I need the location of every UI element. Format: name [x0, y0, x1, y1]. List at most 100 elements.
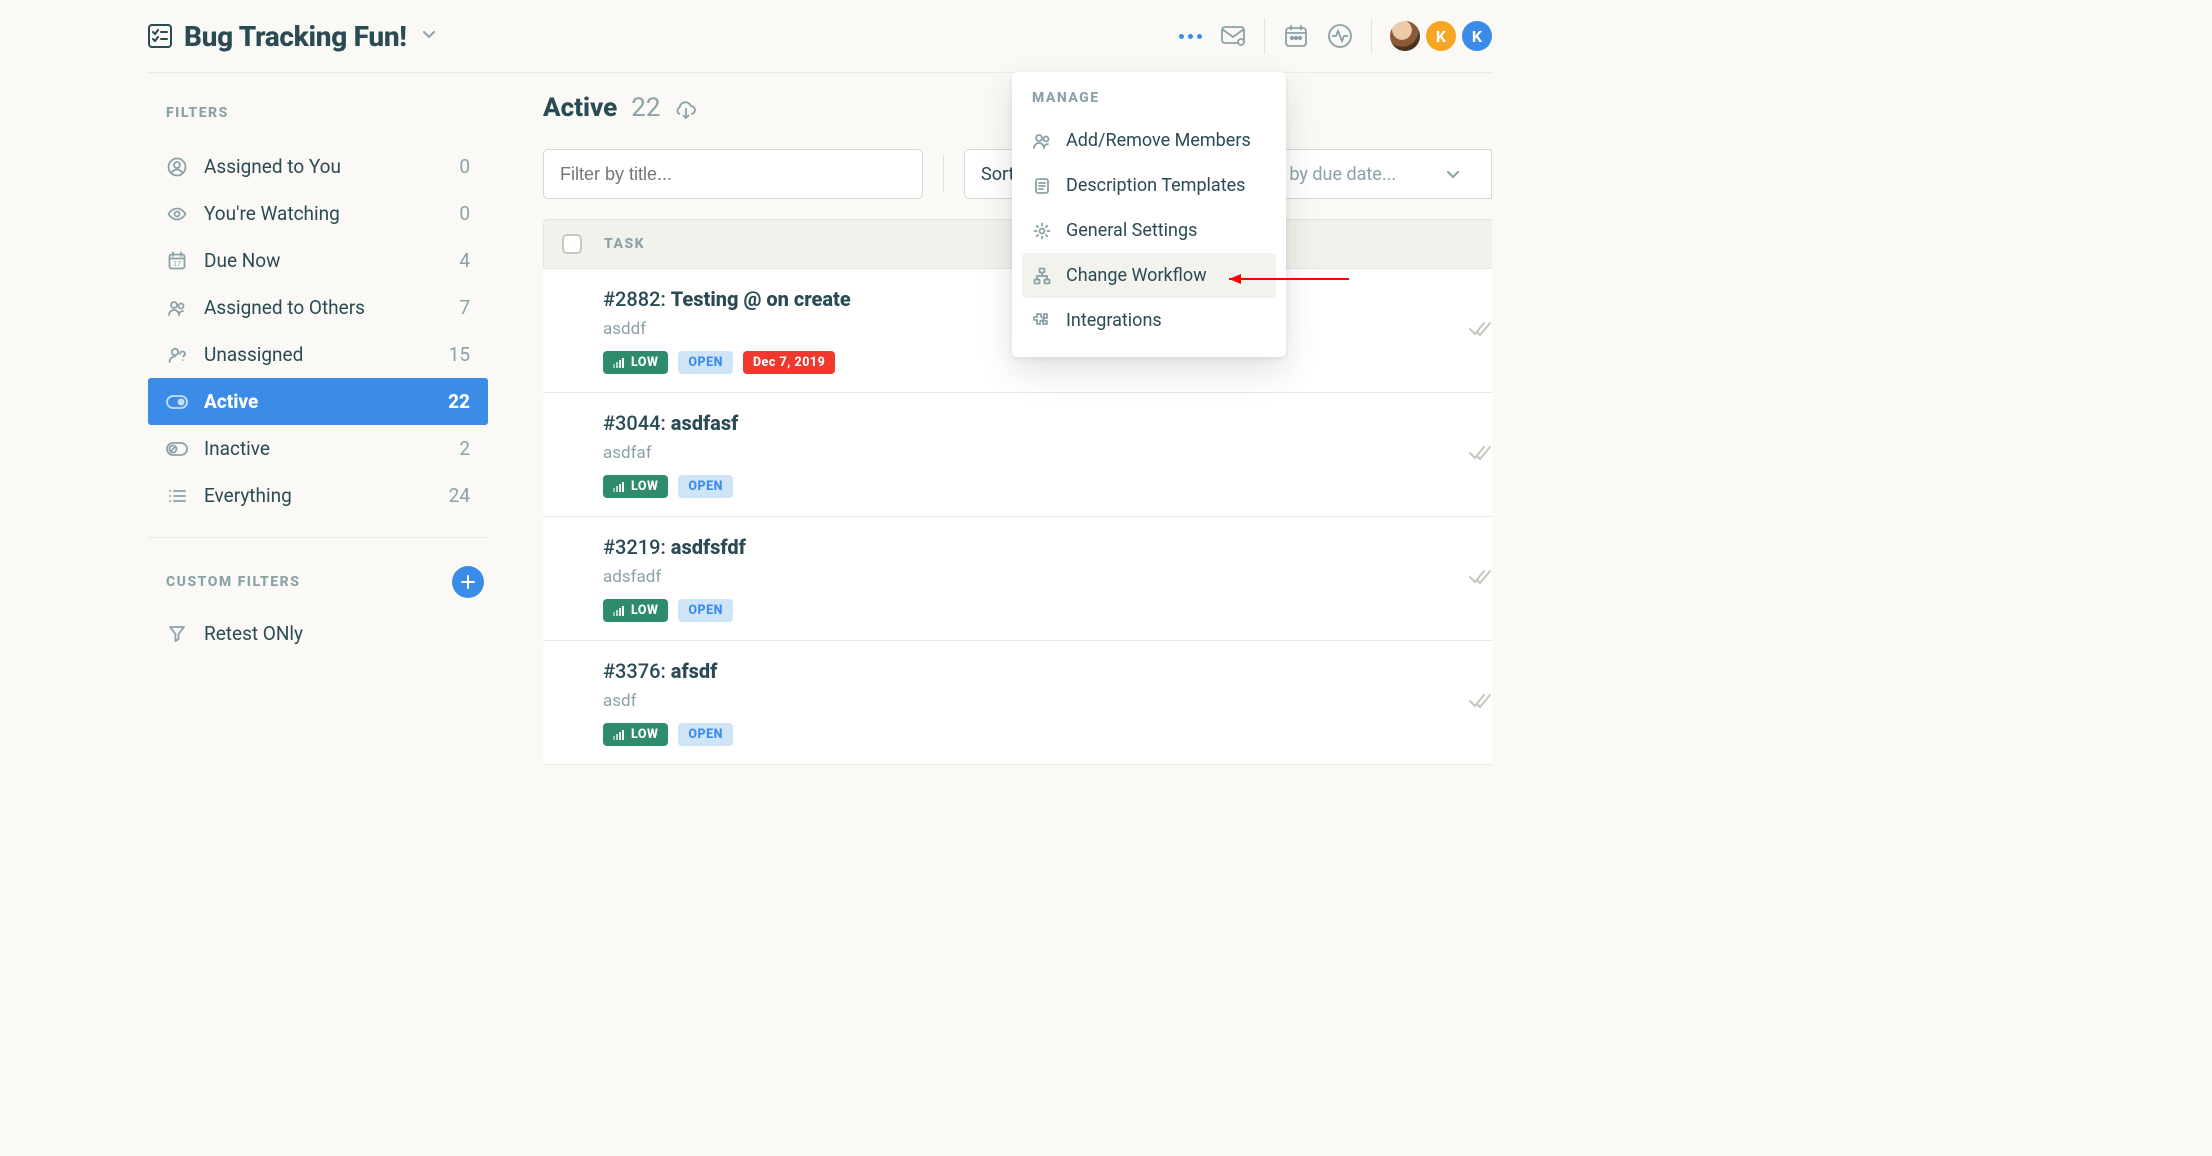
- menu-item-label: Add/Remove Members: [1066, 130, 1251, 151]
- list-icon: [166, 486, 188, 506]
- task-row[interactable]: #3044: asdfasf asdfaf LOWOPEN: [543, 393, 1492, 517]
- sidebar-filter-item[interactable]: Unassigned 15: [148, 331, 488, 378]
- task-column-label: TASK: [604, 236, 645, 252]
- status-badge: OPEN: [678, 351, 733, 374]
- doc-icon: [1032, 177, 1052, 195]
- export-icon[interactable]: [674, 96, 698, 120]
- filter-label: Assigned to You: [204, 155, 341, 178]
- sidebar-filter-item[interactable]: Assigned to Others 7: [148, 284, 488, 331]
- manage-menu-item[interactable]: Description Templates: [1022, 163, 1276, 208]
- manage-menu-label: MANAGE: [1022, 90, 1276, 118]
- page-title: Bug Tracking Fun!: [184, 20, 407, 53]
- sidebar-filter-item[interactable]: 17 Due Now 4: [148, 237, 488, 284]
- select-all-checkbox[interactable]: [562, 234, 582, 254]
- page-title-wrap: Bug Tracking Fun!: [148, 20, 439, 53]
- task-check-icon[interactable]: [1468, 568, 1492, 590]
- task-title: #3044: asdfasf: [603, 411, 1474, 435]
- filter-count: 15: [449, 343, 470, 366]
- sidebar-filter-item[interactable]: Assigned to You 0: [148, 143, 488, 190]
- users-icon: [166, 298, 188, 318]
- avatar[interactable]: K: [1426, 21, 1456, 51]
- task-check-icon[interactable]: [1468, 692, 1492, 714]
- filter-count: 22: [448, 390, 470, 413]
- sidebar-filter-item[interactable]: Inactive 2: [148, 425, 488, 472]
- notifications-icon[interactable]: [1220, 23, 1246, 49]
- task-title: #3376: afsdf: [603, 659, 1474, 683]
- filter-label: Everything: [204, 484, 292, 507]
- filters-section-label: FILTERS: [148, 105, 488, 121]
- sidebar-filter-item[interactable]: You're Watching 0: [148, 190, 488, 237]
- menu-item-label: Description Templates: [1066, 175, 1245, 196]
- custom-filter-label: Retest ONly: [204, 622, 303, 645]
- status-badge: OPEN: [678, 723, 733, 746]
- calendar17-icon: 17: [166, 251, 188, 271]
- calendar-icon[interactable]: [1283, 23, 1309, 49]
- filter-count: 4: [459, 249, 470, 272]
- filter-label: Inactive: [204, 437, 270, 460]
- priority-badge: LOW: [603, 723, 668, 746]
- chevron-down-icon: [1445, 166, 1461, 182]
- menu-item-label: Integrations: [1066, 310, 1162, 331]
- toggle-on-icon: [166, 395, 188, 409]
- user-q-icon: [166, 345, 188, 365]
- menu-item-label: General Settings: [1066, 220, 1197, 241]
- add-custom-filter-button[interactable]: [452, 566, 484, 598]
- more-options-icon[interactable]: [1179, 34, 1202, 39]
- workflow-icon: [1032, 267, 1052, 285]
- eye-icon: [166, 204, 188, 224]
- users-icon: [1032, 131, 1052, 151]
- svg-text:17: 17: [173, 261, 181, 268]
- filter-count: 0: [459, 202, 470, 225]
- filter-count: 24: [449, 484, 470, 507]
- custom-filters-label: CUSTOM FILTERS: [166, 574, 300, 590]
- sidebar-filter-item[interactable]: Active 22: [148, 378, 488, 425]
- status-badge: OPEN: [678, 475, 733, 498]
- filter-count: 0: [459, 155, 470, 178]
- manage-menu-item[interactable]: General Settings: [1022, 208, 1276, 253]
- funnel-icon: [166, 624, 188, 644]
- filter-by-title-input[interactable]: [543, 149, 923, 199]
- task-title: #3219: asdfsfdf: [603, 535, 1474, 559]
- filter-label: Unassigned: [204, 343, 303, 366]
- view-count: 22: [631, 93, 660, 123]
- filter-label: Assigned to Others: [204, 296, 365, 319]
- header-divider: [1264, 18, 1265, 54]
- filter-label: You're Watching: [204, 202, 340, 225]
- project-icon: [148, 24, 172, 48]
- avatar[interactable]: K: [1462, 21, 1492, 51]
- task-subtitle: asdf: [603, 691, 1474, 711]
- avatars: K K: [1390, 21, 1492, 51]
- puzzle-icon: [1032, 312, 1052, 330]
- header-divider: [1371, 18, 1372, 54]
- filter-label: Due Now: [204, 249, 280, 272]
- filter-label: Active: [204, 390, 258, 413]
- task-subtitle: adsfadf: [603, 567, 1474, 587]
- user-circle-icon: [166, 157, 188, 177]
- gear-icon: [1032, 222, 1052, 240]
- task-row[interactable]: #3376: afsdf asdf LOW OPEN: [543, 641, 1492, 765]
- status-badge: OPEN: [678, 599, 733, 622]
- task-row[interactable]: #3219: asdfsfdf adsfadf LOW OPEN: [543, 517, 1492, 641]
- title-dropdown-chevron[interactable]: [419, 24, 439, 48]
- manage-menu-item[interactable]: Add/Remove Members: [1022, 118, 1276, 163]
- sort-label: Sort: [981, 164, 1014, 185]
- filter-count: 7: [459, 296, 470, 319]
- main-content: Active 22 Sort lter by due date... TASK …: [488, 73, 1492, 765]
- activity-icon[interactable]: [1327, 23, 1353, 49]
- priority-badge: LOW: [603, 599, 668, 622]
- view-title: Active: [543, 93, 617, 123]
- custom-filter-item[interactable]: Retest ONly: [148, 608, 488, 659]
- sidebar-filter-item[interactable]: Everything 24: [148, 472, 488, 519]
- controls-divider: [943, 155, 944, 193]
- priority-badge: LOW: [603, 475, 668, 498]
- sidebar: FILTERS Assigned to You 0 You're Watchin…: [148, 73, 488, 765]
- manage-dropdown-menu: MANAGE Add/Remove Members Description Te…: [1012, 72, 1286, 357]
- task-check-icon[interactable]: [1468, 320, 1492, 342]
- due-date-badge: Dec 7, 2019: [743, 351, 835, 374]
- avatar[interactable]: [1390, 21, 1420, 51]
- task-check-icon[interactable]: [1468, 444, 1492, 466]
- filter-count: 2: [459, 437, 470, 460]
- toggle-off-icon: [166, 442, 188, 456]
- manage-menu-item[interactable]: Integrations: [1022, 298, 1276, 343]
- manage-menu-item[interactable]: Change Workflow: [1022, 253, 1276, 298]
